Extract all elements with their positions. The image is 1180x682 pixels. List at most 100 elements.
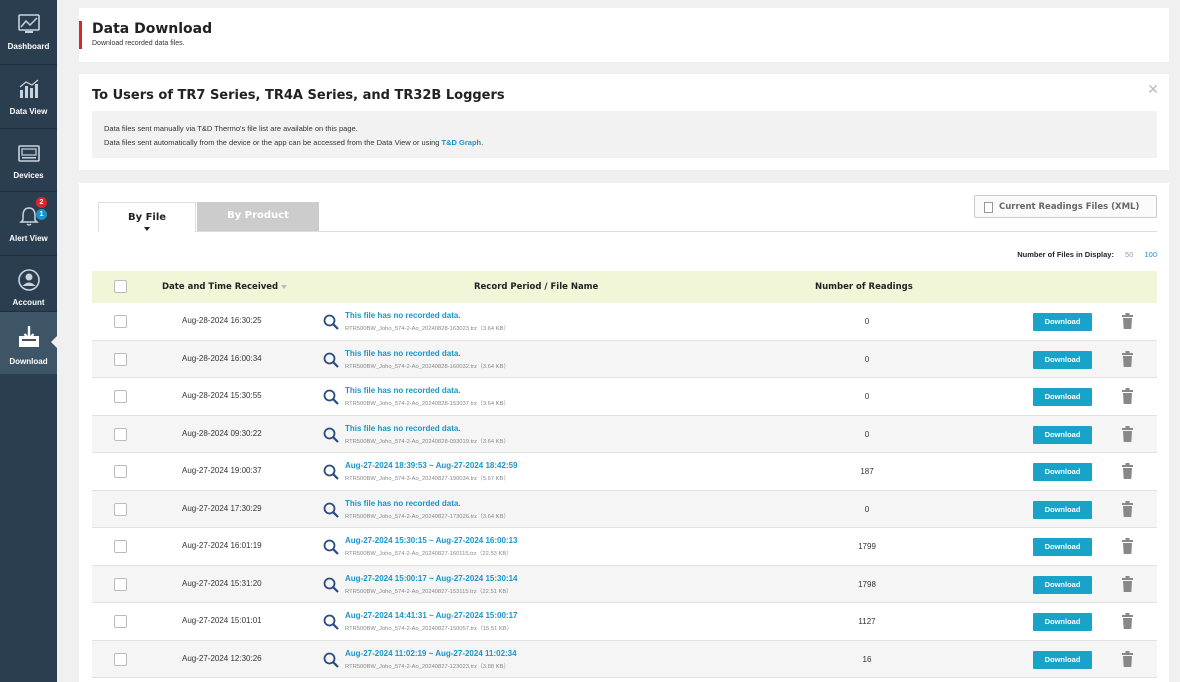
magnifier-icon[interactable] <box>323 464 339 480</box>
row-checkbox[interactable] <box>114 652 127 666</box>
row-checkbox[interactable] <box>114 615 127 628</box>
tab-label: By File <box>127 212 167 223</box>
trash-icon[interactable] <box>1122 425 1133 442</box>
trash-icon[interactable] <box>1122 500 1133 517</box>
row-checkbox[interactable] <box>114 502 127 516</box>
trash-icon[interactable] <box>1122 538 1133 554</box>
trash-icon[interactable] <box>1122 313 1133 329</box>
magnifier-icon[interactable] <box>323 314 339 330</box>
file-name: RTR500BW_Joho_574-2-Ao_20240827-173026.t… <box>345 513 510 520</box>
record-period-link[interactable]: This file has no recorded data. <box>345 349 461 358</box>
sidebar-item-label: Alert View <box>9 234 48 243</box>
magnifier-icon[interactable] <box>323 352 339 368</box>
row-checkbox[interactable] <box>114 315 127 328</box>
display-count-selector: Number of Files in Display: 50 100 <box>1017 250 1157 259</box>
display-count-50[interactable]: 50 <box>1125 250 1133 259</box>
sidebar-item-data-view[interactable]: Data View <box>0 65 57 127</box>
tab-by-file[interactable]: By File <box>98 202 196 232</box>
header-accent-bar <box>79 21 82 49</box>
page-subtitle: Download recorded data files. <box>92 40 185 47</box>
trash-icon[interactable] <box>1122 575 1133 592</box>
row-checkbox[interactable] <box>114 465 127 478</box>
trash-icon[interactable] <box>1122 463 1133 479</box>
select-all-checkbox[interactable] <box>114 280 127 293</box>
record-period-link[interactable]: Aug-27-2024 14:41:31 ~ Aug-27-2024 15:00… <box>345 611 517 620</box>
table-header: Date and Time Received Record Period / F… <box>92 271 1157 303</box>
file-name: RTR500BW_Joho_574-2-Ao_20240828-160032.t… <box>345 363 510 370</box>
trash-icon[interactable] <box>1122 388 1133 404</box>
download-button[interactable]: Download <box>1033 388 1092 406</box>
magnifier-icon[interactable] <box>323 389 339 405</box>
sidebar-item-download[interactable]: Download <box>0 312 57 374</box>
sidebar-item-label: Dashboard <box>7 42 50 51</box>
record-period-link[interactable]: This file has no recorded data. <box>345 311 461 320</box>
download-button[interactable]: Download <box>1033 313 1092 331</box>
magnifier-icon[interactable] <box>323 427 339 443</box>
file-name: RTR500BW_Joho_574-2-Ao_20240827-150057.t… <box>345 626 513 632</box>
file-name: RTR500BW_Joho_574-2-Ao_20240828-163023.t… <box>345 326 510 332</box>
trash-icon[interactable] <box>1122 350 1133 367</box>
download-button[interactable]: Download <box>1033 500 1092 519</box>
chart-icon <box>0 77 57 101</box>
display-count-100[interactable]: 100 <box>1144 250 1157 259</box>
column-header-readings: Number of Readings <box>815 282 913 292</box>
magnifier-icon[interactable] <box>323 652 339 668</box>
download-button[interactable]: Download <box>1033 538 1092 556</box>
received-date: Aug-27-2024 12:30:26 <box>182 653 262 663</box>
xml-button-label: Current Readings Files (XML) <box>999 202 1140 212</box>
received-date: Aug-27-2024 17:30:29 <box>182 503 262 513</box>
magnifier-icon[interactable] <box>323 614 339 630</box>
row-checkbox[interactable] <box>114 427 127 441</box>
download-button[interactable]: Download <box>1033 425 1092 444</box>
readings-count: 0 <box>864 317 870 326</box>
dashboard-icon <box>0 12 57 36</box>
download-button[interactable]: Download <box>1033 575 1092 594</box>
received-date: Aug-27-2024 16:01:19 <box>182 541 262 550</box>
td-graph-link[interactable]: T&D Graph <box>442 138 482 147</box>
display-count-label: Number of Files in Display: <box>1017 250 1114 259</box>
sidebar-item-alert-view[interactable]: 2 1 Alert View <box>0 192 57 254</box>
file-table: Date and Time Received Record Period / F… <box>92 271 1157 678</box>
notice-panel: To Users of TR7 Series, TR4A Series, and… <box>79 74 1169 170</box>
row-checkbox[interactable] <box>114 352 127 366</box>
row-checkbox[interactable] <box>114 390 127 403</box>
magnifier-icon[interactable] <box>323 577 339 593</box>
close-icon[interactable]: ✕ <box>1147 82 1159 98</box>
record-period-link[interactable]: Aug-27-2024 15:00:17 ~ Aug-27-2024 15:30… <box>345 574 517 583</box>
sidebar-item-account[interactable]: Account <box>0 256 57 318</box>
magnifier-icon[interactable] <box>323 539 339 555</box>
record-period-link[interactable]: This file has no recorded data. <box>345 424 461 433</box>
file-name: RTR500BW_Joho_574-2-Ao_20240827-153115.t… <box>345 588 513 595</box>
download-icon <box>0 325 57 349</box>
current-readings-xml-button[interactable]: Current Readings Files (XML) <box>974 195 1157 218</box>
table-row: Aug-28-2024 09:30:22 This file has no rec… <box>92 415 1157 453</box>
sidebar-item-label: Data View <box>9 107 48 116</box>
trash-icon[interactable] <box>1122 613 1133 629</box>
readings-count: 0 <box>864 354 870 364</box>
row-checkbox[interactable] <box>114 577 127 591</box>
sidebar-item-devices[interactable]: Devices <box>0 129 57 191</box>
notice-line-2-end: . <box>481 138 484 147</box>
sort-icon <box>281 284 288 289</box>
alert-bell-icon <box>0 204 57 228</box>
download-button[interactable]: Download <box>1033 613 1092 631</box>
column-header-date[interactable]: Date and Time Received <box>162 282 288 292</box>
row-checkbox[interactable] <box>114 540 127 553</box>
sidebar-item-dashboard[interactable]: Dashboard <box>0 0 57 62</box>
record-period-link[interactable]: This file has no recorded data. <box>345 386 461 395</box>
column-header-period: Record Period / File Name <box>474 282 599 292</box>
magnifier-icon[interactable] <box>323 502 339 518</box>
tab-by-product[interactable]: By Product <box>197 202 319 232</box>
trash-icon[interactable] <box>1122 650 1133 667</box>
table-row: Aug-28-2024 16:30:25 This file has no rec… <box>92 303 1157 341</box>
record-period-link[interactable]: Aug-27-2024 18:39:53 ~ Aug-27-2024 18:42… <box>345 461 517 470</box>
record-period-link[interactable]: Aug-27-2024 11:02:19 ~ Aug-27-2024 11:02… <box>345 649 517 658</box>
download-button[interactable]: Download <box>1033 463 1092 481</box>
download-button[interactable]: Download <box>1033 350 1092 369</box>
record-period-link[interactable]: Aug-27-2024 15:30:15 ~ Aug-27-2024 16:00… <box>345 536 517 545</box>
record-period-link[interactable]: This file has no recorded data. <box>345 499 461 508</box>
tab-label: By Product <box>227 210 289 221</box>
download-button[interactable]: Download <box>1033 650 1092 669</box>
table-row: Aug-28-2024 15:30:55 This file has no rec… <box>92 378 1157 416</box>
page-title: Data Download <box>92 21 213 37</box>
